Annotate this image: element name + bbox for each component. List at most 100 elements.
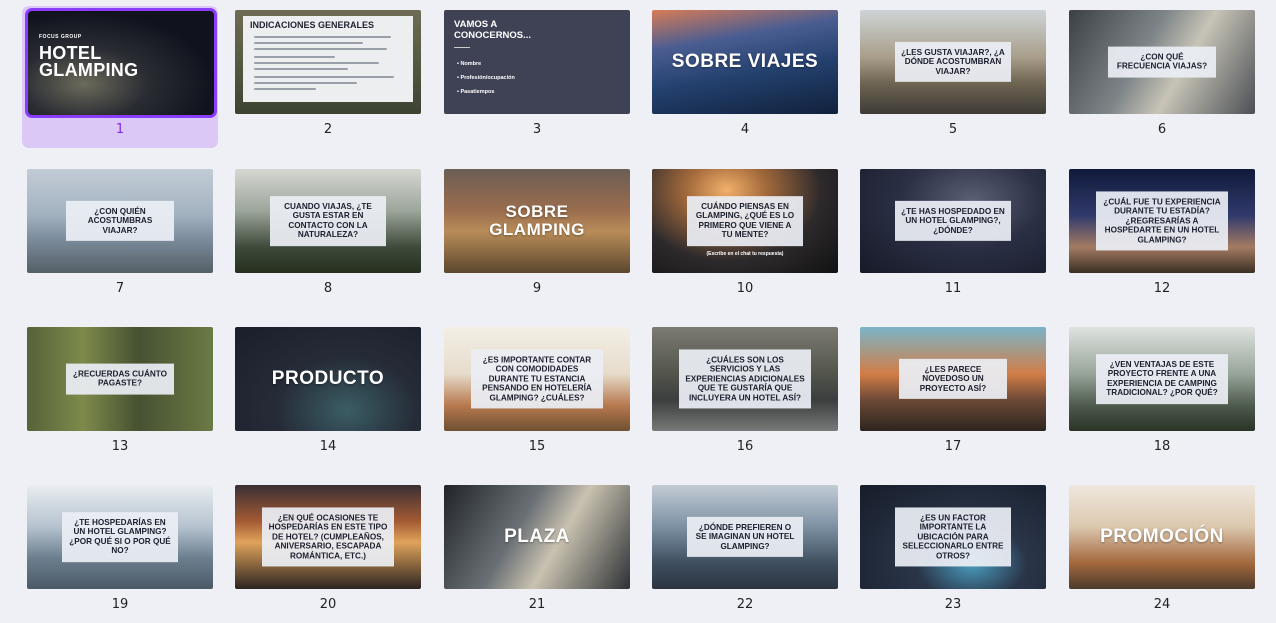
slide-preview[interactable]: ¿CON QUÉ FRECUENCIA VIAJAS? (1069, 10, 1255, 114)
slide-question-box: ¿DÓNDE PREFIEREN O SE IMAGINAN UN HOTEL … (687, 516, 803, 558)
slide-thumbnail-6[interactable]: ¿CON QUÉ FRECUENCIA VIAJAS? 6 (1064, 6, 1260, 148)
slide-preview[interactable]: ¿RECUERDAS CUÁNTO PAGASTE? (27, 327, 213, 431)
slide-preview[interactable]: FOCUS GROUP HOTEL GLAMPING (25, 8, 217, 118)
slide-question-box: CUÁNDO PIENSAS EN GLAMPING, ¿QUÉ ES LO P… (687, 196, 803, 246)
slide-preview[interactable]: PROMOCIÓN (1069, 485, 1255, 589)
slide-thumbnail-17[interactable]: ¿LES PARECE NOVEDOSO UN PROYECTO ASÍ? 17 (855, 323, 1051, 465)
slide-question-box: ¿TE HOSPEDARÍAS EN UN HOTEL GLAMPING? ¿P… (62, 512, 178, 562)
slide-thumbnail-9[interactable]: SOBRE GLAMPING 9 (439, 165, 635, 307)
slide-question-box: ¿ES UN FACTOR IMPORTANTE LA UBICACIÓN PA… (895, 507, 1011, 567)
slide-number: 11 (944, 281, 962, 296)
slide-title: PLAZA (504, 526, 570, 548)
slide-preview[interactable]: VAMOS A CONOCERNOS... • Nombre • Profesión/… (444, 10, 630, 114)
slide-preview[interactable]: ¿CON QUIÉN ACOSTUMBRAS VIAJAR? (27, 169, 213, 273)
slide-number: 23 (944, 597, 962, 612)
slide-title: INDICACIONES GENERALES (250, 20, 375, 30)
slide-question-box: ¿EN QUÉ OCASIONES TE HOSPEDARÍAS EN ESTE… (262, 507, 394, 567)
slide-number: 19 (111, 597, 129, 612)
slide-brand-label: FOCUS GROUP (39, 34, 82, 40)
text-line (254, 82, 357, 84)
divider (454, 47, 470, 48)
slide-note: (Escribe en el chat tu respuesta) (706, 251, 784, 257)
slide-preview[interactable]: ¿TE HOSPEDARÍAS EN UN HOTEL GLAMPING? ¿P… (27, 485, 213, 589)
slide-number: 12 (1153, 281, 1171, 296)
slide-preview[interactable]: CUANDO VIAJAS, ¿TE GUSTA ESTAR EN CONTAC… (235, 169, 421, 273)
slide-number: 6 (1157, 122, 1167, 137)
slide-thumbnail-23[interactable]: ¿ES UN FACTOR IMPORTANTE LA UBICACIÓN PA… (855, 481, 1051, 623)
slide-thumbnail-15[interactable]: ¿ES IMPORTANTE CONTAR CON COMODIDADES DU… (439, 323, 635, 465)
slide-thumbnail-4[interactable]: SOBRE VIAJES 4 (647, 6, 843, 148)
text-line (254, 42, 364, 44)
slide-number: 21 (528, 597, 546, 612)
slide-thumbnail-12[interactable]: ¿CUÁL FUE TU EXPERIENCIA DURANTE TU ESTA… (1064, 165, 1260, 307)
slide-question-box: ¿TE HAS HOSPEDADO EN UN HOTEL GLAMPING?,… (895, 200, 1011, 242)
slide-thumbnail-21[interactable]: PLAZA 21 (439, 481, 635, 623)
slide-thumbnail-1[interactable]: FOCUS GROUP HOTEL GLAMPING 1 (22, 6, 218, 148)
slide-number: 15 (528, 439, 546, 454)
slide-preview[interactable]: ¿ES UN FACTOR IMPORTANTE LA UBICACIÓN PA… (860, 485, 1046, 589)
slide-title: SOBRE VIAJES (671, 51, 819, 73)
slide-number: 4 (740, 122, 750, 137)
slide-question-box: CUANDO VIAJAS, ¿TE GUSTA ESTAR EN CONTAC… (270, 196, 386, 246)
slide-preview[interactable]: ¿ES IMPORTANTE CONTAR CON COMODIDADES DU… (444, 327, 630, 431)
text-line (254, 48, 387, 50)
slide-preview[interactable]: ¿CUÁLES SON LOS SERVICIOS Y LAS EXPERIEN… (652, 327, 838, 431)
slide-thumbnail-11[interactable]: ¿TE HAS HOSPEDADO EN UN HOTEL GLAMPING?,… (855, 165, 1051, 307)
slide-question-box: ¿CUÁLES SON LOS SERVICIOS Y LAS EXPERIEN… (679, 349, 811, 409)
text-line (254, 88, 317, 90)
slide-thumbnail-13[interactable]: ¿RECUERDAS CUÁNTO PAGASTE? 13 (22, 323, 218, 465)
slide-question-box: ¿CON QUÉ FRECUENCIA VIAJAS? (1108, 46, 1216, 78)
slide-question-box: ¿CUÁL FUE TU EXPERIENCIA DURANTE TU ESTA… (1096, 191, 1228, 251)
slide-number: 9 (532, 281, 542, 296)
slide-number: 18 (1153, 439, 1171, 454)
slide-thumbnail-10[interactable]: CUÁNDO PIENSAS EN GLAMPING, ¿QUÉ ES LO P… (647, 165, 843, 307)
slide-preview[interactable]: SOBRE GLAMPING (444, 169, 630, 273)
slide-preview[interactable]: ¿EN QUÉ OCASIONES TE HOSPEDARÍAS EN ESTE… (235, 485, 421, 589)
slide-text-panel: INDICACIONES GENERALES (243, 16, 413, 102)
list-item: • Nombre (457, 61, 482, 67)
slide-number: 1 (115, 122, 125, 137)
slide-number: 5 (948, 122, 958, 137)
slide-thumbnail-20[interactable]: ¿EN QUÉ OCASIONES TE HOSPEDARÍAS EN ESTE… (230, 481, 426, 623)
slide-number: 20 (319, 597, 337, 612)
list-item: • Profesión/ocupación (457, 74, 515, 81)
slide-number: 7 (115, 281, 125, 296)
slide-thumbnail-14[interactable]: PRODUCTO 14 (230, 323, 426, 465)
slide-preview[interactable]: ¿CUÁL FUE TU EXPERIENCIA DURANTE TU ESTA… (1069, 169, 1255, 273)
text-line (254, 36, 392, 38)
slide-title: HOTEL GLAMPING (39, 43, 139, 81)
slide-thumbnail-8[interactable]: CUANDO VIAJAS, ¿TE GUSTA ESTAR EN CONTAC… (230, 165, 426, 307)
slide-number: 13 (111, 439, 129, 454)
slide-thumbnail-18[interactable]: ¿VEN VENTAJAS DE ESTE PROYECTO FRENTE A … (1064, 323, 1260, 465)
slide-number: 22 (736, 597, 754, 612)
slide-thumbnail-3[interactable]: VAMOS A CONOCERNOS... • Nombre • Profesión/… (439, 6, 635, 148)
slide-question-box: ¿RECUERDAS CUÁNTO PAGASTE? (66, 363, 174, 395)
slide-thumbnail-22[interactable]: ¿DÓNDE PREFIEREN O SE IMAGINAN UN HOTEL … (647, 481, 843, 623)
slide-preview[interactable]: ¿LES GUSTA VIAJAR?, ¿A DÓNDE ACOSTUMBRAN… (860, 10, 1046, 114)
slide-thumbnail-16[interactable]: ¿CUÁLES SON LOS SERVICIOS Y LAS EXPERIEN… (647, 323, 843, 465)
text-line (254, 68, 348, 70)
slide-preview[interactable]: INDICACIONES GENERALES (235, 10, 421, 114)
slide-preview[interactable]: PRODUCTO (235, 327, 421, 431)
slide-thumbnail-19[interactable]: ¿TE HOSPEDARÍAS EN UN HOTEL GLAMPING? ¿P… (22, 481, 218, 623)
slide-preview[interactable]: PLAZA (444, 485, 630, 589)
slide-preview[interactable]: CUÁNDO PIENSAS EN GLAMPING, ¿QUÉ ES LO P… (652, 169, 838, 273)
slide-grid: FOCUS GROUP HOTEL GLAMPING 1 INDICACIONES GE… (0, 0, 1276, 612)
slide-title: PRODUCTO (271, 368, 385, 390)
slide-question-box: ¿VEN VENTAJAS DE ESTE PROYECTO FRENTE A … (1096, 354, 1228, 404)
slide-preview[interactable]: ¿TE HAS HOSPEDADO EN UN HOTEL GLAMPING?,… (860, 169, 1046, 273)
slide-preview[interactable]: SOBRE VIAJES (652, 10, 838, 114)
slide-preview[interactable]: ¿LES PARECE NOVEDOSO UN PROYECTO ASÍ? (860, 327, 1046, 431)
slide-number: 17 (944, 439, 962, 454)
slide-preview[interactable]: ¿DÓNDE PREFIEREN O SE IMAGINAN UN HOTEL … (652, 485, 838, 589)
slide-thumbnail-7[interactable]: ¿CON QUIÉN ACOSTUMBRAS VIAJAR? 7 (22, 165, 218, 307)
slide-preview[interactable]: ¿VEN VENTAJAS DE ESTE PROYECTO FRENTE A … (1069, 327, 1255, 431)
slide-thumbnail-5[interactable]: ¿LES GUSTA VIAJAR?, ¿A DÓNDE ACOSTUMBRAN… (855, 6, 1051, 148)
slide-title: SOBRE GLAMPING (489, 202, 585, 239)
slide-question-box: ¿CON QUIÉN ACOSTUMBRAS VIAJAR? (66, 200, 174, 242)
text-line (254, 56, 336, 58)
slide-list: • Nombre • Profesión/ocupación • Pasatiemp… (457, 58, 515, 99)
slide-thumbnail-24[interactable]: PROMOCIÓN 24 (1064, 481, 1260, 623)
slide-thumbnail-2[interactable]: INDICACIONES GENERALES 2 (230, 6, 426, 148)
slide-number: 8 (323, 281, 333, 296)
